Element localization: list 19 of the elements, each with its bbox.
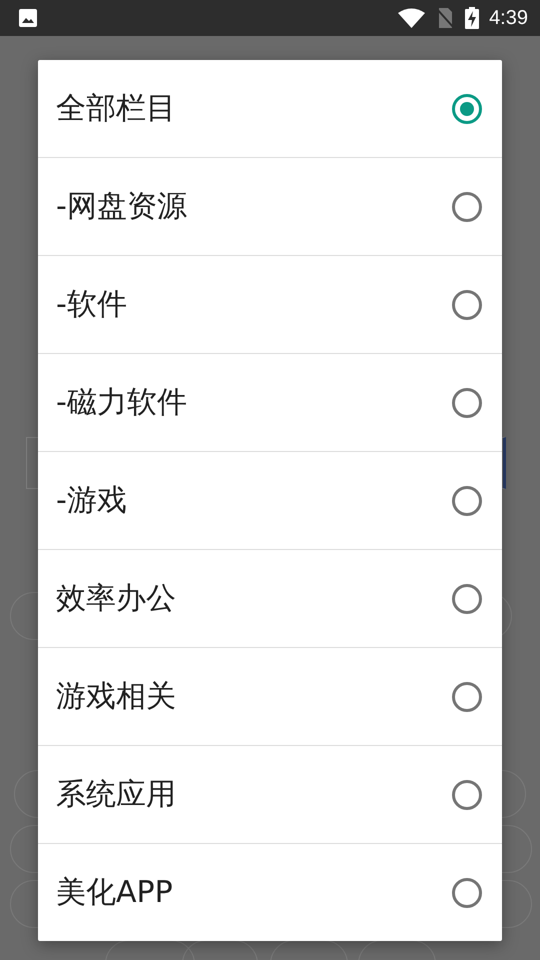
option-row[interactable]: 全部栏目	[38, 60, 502, 157]
option-row[interactable]: 系统应用	[38, 746, 502, 843]
option-row[interactable]: -游戏	[38, 452, 502, 549]
option-label: 系统应用	[56, 776, 177, 814]
option-label: -游戏	[56, 482, 128, 520]
option-row[interactable]: 效率办公	[38, 550, 502, 647]
option-label: -网盘资源	[56, 188, 188, 226]
option-label: 全部栏目	[56, 90, 177, 128]
option-row[interactable]: -软件	[38, 256, 502, 353]
option-label: 游戏相关	[56, 678, 177, 716]
option-row[interactable]: 游戏相关	[38, 648, 502, 745]
option-row[interactable]: 美化APP	[38, 844, 502, 941]
option-row[interactable]: -网盘资源	[38, 158, 502, 255]
option-label: 美化APP	[56, 874, 174, 912]
option-label: 效率办公	[56, 580, 177, 618]
option-label: -软件	[56, 286, 128, 324]
clock-time: 4:39	[489, 6, 528, 30]
option-row[interactable]: -磁力软件	[38, 354, 502, 451]
option-label: -磁力软件	[56, 384, 188, 422]
